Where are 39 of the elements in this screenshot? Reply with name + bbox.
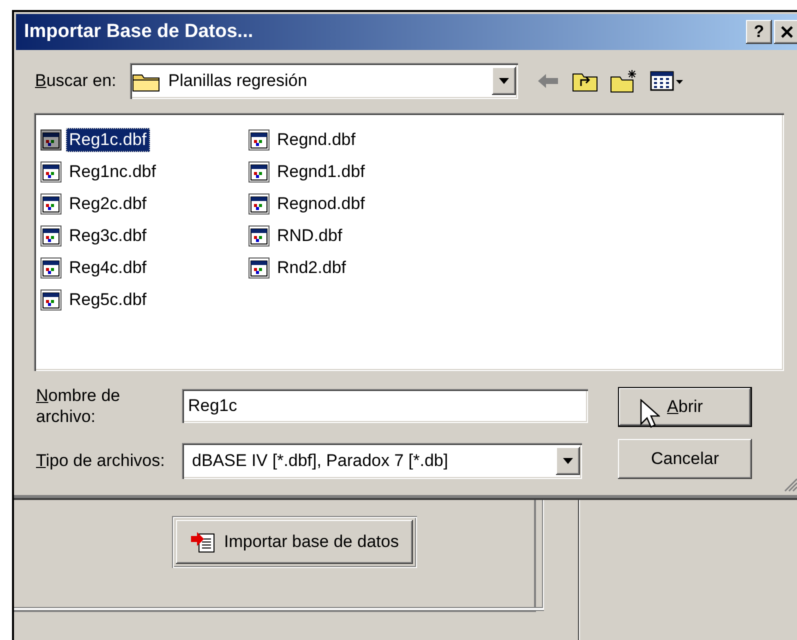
file-name-label: Nombre de archivo: (36, 385, 122, 427)
file-icon (40, 225, 62, 247)
look-in-dropdown[interactable]: Planillas regresión (130, 63, 518, 99)
back-arrow-icon[interactable] (536, 71, 560, 91)
file-icon (248, 225, 270, 247)
window-title: Importar Base de Datos... (24, 21, 254, 43)
file-item[interactable]: RND.dbf (248, 221, 346, 251)
file-item[interactable]: Rnd2.dbf (248, 253, 349, 283)
file-icon (248, 193, 270, 215)
file-item[interactable]: Reg1nc.dbf (40, 157, 159, 187)
file-type-label: Tipo de archivos: (36, 451, 166, 471)
file-item[interactable]: Regnd.dbf (248, 125, 358, 155)
file-name-field[interactable]: Reg1c (182, 389, 588, 423)
resize-grip-icon[interactable] (784, 478, 797, 492)
cancel-button[interactable]: Cancelar (618, 439, 752, 479)
file-item[interactable]: Reg3c.dbf (40, 221, 150, 251)
mouse-cursor-icon (640, 399, 660, 429)
file-item[interactable]: Regnd1.dbf (248, 157, 368, 187)
look-in-label: Buscar en: (35, 71, 116, 91)
new-folder-icon[interactable] (610, 69, 638, 93)
file-item[interactable]: Regnod.dbf (248, 189, 368, 219)
file-item[interactable]: Reg4c.dbf (40, 253, 150, 283)
view-menu-icon[interactable] (650, 70, 684, 92)
file-icon (40, 129, 62, 151)
file-icon (248, 161, 270, 183)
import-button[interactable]: Importar base de datos (176, 520, 413, 564)
file-icon (40, 257, 62, 279)
file-icon (248, 129, 270, 151)
help-button[interactable]: ? (746, 20, 772, 44)
file-icon (40, 161, 62, 183)
open-button[interactable]: Abrir (618, 387, 752, 427)
file-icon (248, 257, 270, 279)
file-type-dropdown[interactable]: dBASE IV [*.dbf], Paradox 7 [*.db] (182, 443, 582, 479)
file-item[interactable]: Reg2c.dbf (40, 189, 150, 219)
file-icon (40, 193, 62, 215)
file-icon (40, 289, 62, 311)
file-item[interactable]: Reg5c.dbf (40, 285, 150, 315)
close-button[interactable] (774, 20, 797, 44)
close-icon (781, 26, 793, 38)
